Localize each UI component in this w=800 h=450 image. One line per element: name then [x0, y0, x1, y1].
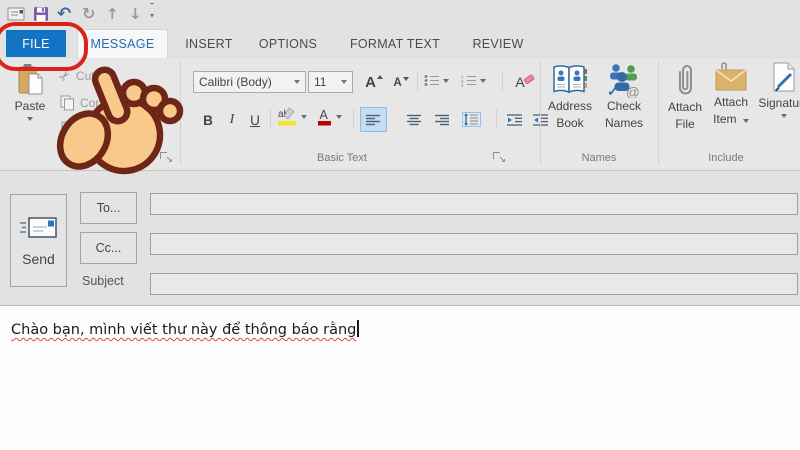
- paste-button[interactable]: Paste: [6, 63, 54, 121]
- attach-file-icon: [679, 65, 692, 95]
- bold-button[interactable]: B: [197, 108, 219, 132]
- body-text-line: Chào bạn, mình viết thư này để thông báo…: [11, 320, 359, 339]
- address-book-label: Address Book: [547, 99, 593, 131]
- clear-formatting-button[interactable]: A: [512, 70, 538, 94]
- align-right-button[interactable]: [429, 107, 456, 132]
- basic-text-dialog-launcher[interactable]: ↘: [493, 152, 506, 165]
- message-body-editor[interactable]: Chào bạn, mình viết thư này để thông báo…: [0, 305, 800, 450]
- new-mail-item-icon[interactable]: [7, 3, 27, 25]
- tab-insert[interactable]: INSERT: [178, 30, 240, 57]
- next-item-icon[interactable]: ↓: [129, 3, 142, 25]
- cc-field[interactable]: [150, 233, 798, 255]
- undo-icon[interactable]: ↶: [57, 3, 71, 25]
- attach-item-button[interactable]: Attach Item: [708, 62, 754, 129]
- svg-text:A: A: [320, 108, 329, 122]
- check-names-icon: ✓ @: [607, 64, 640, 98]
- font-size-value: 11: [314, 75, 327, 89]
- clipboard-group-label: Clipboard: [64, 152, 112, 164]
- italic-button[interactable]: I: [223, 108, 241, 132]
- subject-label: Subject: [82, 274, 124, 288]
- svg-text:✓: ✓: [607, 83, 619, 98]
- font-name-combo[interactable]: Calibri (Body): [193, 71, 306, 93]
- bullets-icon: [424, 75, 439, 86]
- tab-options[interactable]: OPTIONS: [250, 30, 326, 57]
- attach-item-icon: [715, 62, 747, 91]
- align-center-button[interactable]: [401, 107, 428, 132]
- eraser-icon: [523, 74, 535, 85]
- shrink-font-button[interactable]: A: [389, 72, 413, 94]
- outlook-compose-window: ↶ ↻ ↑ ↓ ▾ FILE MESSAGE INSERT OPTIONS FO…: [0, 0, 800, 450]
- tab-review[interactable]: REVIEW: [462, 30, 534, 57]
- copy-icon: [60, 95, 74, 111]
- send-icon: [19, 216, 57, 238]
- text-highlight-color-button[interactable]: ab: [278, 107, 307, 127]
- svg-text:@: @: [626, 85, 640, 98]
- to-button[interactable]: To...: [80, 192, 137, 224]
- clipboard-dialog-launcher[interactable]: ↘: [160, 152, 173, 165]
- cut-button[interactable]: ✂ Cut: [56, 66, 95, 86]
- tab-message[interactable]: MESSAGE: [77, 29, 168, 58]
- cut-label: Cut: [75, 69, 95, 83]
- attach-file-button[interactable]: Attach File: [662, 62, 708, 134]
- paste-icon: [18, 64, 42, 95]
- signature-icon: [773, 62, 794, 92]
- numbering-button[interactable]: 1 2 3: [461, 74, 486, 87]
- align-left-button[interactable]: [360, 107, 387, 132]
- text-cursor: [357, 320, 359, 337]
- paste-label: Paste: [14, 99, 46, 113]
- copy-label: Copy: [80, 96, 109, 110]
- cut-icon: ✂: [56, 66, 75, 86]
- ribbon: Paste ✂ Cut Copy Format Painter Clipboar…: [0, 57, 800, 171]
- font-size-combo[interactable]: 11: [308, 71, 353, 93]
- attach-file-label: Attach File: [667, 100, 703, 132]
- decrease-indent-icon: [506, 113, 522, 126]
- paste-dropdown-caret: [27, 117, 33, 121]
- font-name-value: Calibri (Body): [199, 75, 272, 89]
- subject-field[interactable]: [150, 273, 798, 295]
- line-spacing-icon: [462, 112, 481, 127]
- address-book-icon: [553, 65, 587, 94]
- previous-item-icon[interactable]: ↑: [106, 3, 119, 25]
- send-label: Send: [22, 250, 55, 267]
- send-button[interactable]: Send: [10, 194, 67, 287]
- body-text: Chào bạn, mình viết thư này để thông báo…: [11, 322, 357, 338]
- grow-font-button[interactable]: A: [362, 70, 386, 94]
- format-painter-button[interactable]: Format Painter: [60, 121, 161, 138]
- basic-text-group-label: Basic Text: [317, 152, 367, 164]
- font-color-icon: A: [318, 108, 331, 126]
- font-color-button[interactable]: A: [317, 107, 342, 127]
- svg-text:3: 3: [461, 83, 464, 87]
- customize-qat-icon[interactable]: ▾: [150, 3, 155, 27]
- align-right-icon: [435, 114, 449, 125]
- attach-item-label: Attach Item: [713, 95, 749, 127]
- numbering-icon: 1 2 3: [461, 75, 476, 87]
- include-group-label: Include: [708, 152, 744, 164]
- check-names-label: Check Names: [604, 99, 643, 131]
- format-painter-label: Format Painter: [79, 122, 162, 137]
- signature-label: Signature: [758, 96, 800, 110]
- align-left-icon: [366, 114, 380, 125]
- message-header: Send To... Cc... Subject: [0, 171, 800, 305]
- format-painter-icon: [61, 121, 73, 137]
- attach-item-dropdown-caret: [742, 119, 749, 124]
- highlight-icon: ab: [278, 107, 296, 126]
- bullets-button[interactable]: [424, 74, 449, 87]
- cc-button[interactable]: Cc...: [80, 232, 137, 264]
- address-book-button[interactable]: Address Book: [544, 63, 596, 133]
- tab-file[interactable]: FILE: [6, 30, 66, 57]
- align-center-icon: [407, 114, 421, 125]
- signature-dropdown-caret: [781, 114, 787, 118]
- line-spacing-button[interactable]: [457, 107, 486, 132]
- underline-button[interactable]: U: [244, 108, 266, 132]
- check-names-button[interactable]: ✓ @ Check Names: [598, 63, 650, 133]
- copy-button[interactable]: Copy: [60, 95, 108, 111]
- to-field[interactable]: [150, 193, 798, 215]
- redo-icon[interactable]: ↻: [82, 3, 95, 25]
- save-icon[interactable]: [33, 3, 49, 25]
- signature-button[interactable]: Signature: [756, 62, 800, 118]
- tab-format-text[interactable]: FORMAT TEXT: [338, 30, 452, 57]
- decrease-indent-button[interactable]: [502, 107, 527, 132]
- names-group-label: Names: [581, 152, 617, 164]
